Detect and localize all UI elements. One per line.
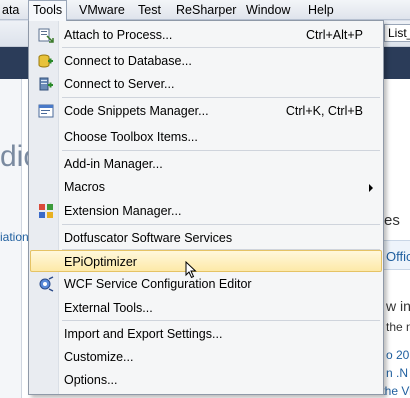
menu-data[interactable]: ata <box>2 0 19 20</box>
menu-item-external-tools[interactable]: External Tools... <box>31 297 381 319</box>
menu-item-attach-to-process[interactable]: Attach to Process... Ctrl+Alt+P <box>31 24 381 46</box>
menu-item-label: Code Snippets Manager... <box>64 104 209 118</box>
menu-item-label: Customize... <box>64 350 134 364</box>
tools-menu: Attach to Process... Ctrl+Alt+P Connect … <box>28 20 384 395</box>
menu-item-import-export-settings[interactable]: Import and Export Settings... <box>31 323 381 345</box>
menu-window[interactable]: Window <box>246 0 290 20</box>
menu-item-macros[interactable]: Macros <box>31 176 381 198</box>
menu-item-choose-toolbox-items[interactable]: Choose Toolbox Items... <box>31 126 381 148</box>
menu-separator <box>62 224 380 225</box>
menu-test[interactable]: Test <box>138 0 161 20</box>
snippets-icon <box>38 104 54 118</box>
menu-item-label: EPiOptimizer <box>64 255 137 269</box>
menu-item-wcf-service-configuration-editor[interactable]: WCF Service Configuration Editor <box>31 273 381 295</box>
menu-item-label: Dotfuscator Software Services <box>64 231 233 245</box>
menu-item-label: Options... <box>64 373 118 387</box>
server-icon <box>39 77 53 91</box>
link-fragment-office[interactable]: Offic <box>386 249 410 264</box>
menu-separator <box>62 320 380 321</box>
text-fragment-the: the n <box>386 320 410 334</box>
menu-item-code-snippets-manager[interactable]: Code Snippets Manager... Ctrl+K, Ctrl+B <box>31 100 381 122</box>
extension-manager-icon <box>39 204 53 218</box>
menu-tools[interactable]: Tools <box>28 0 68 21</box>
menu-item-label: WCF Service Configuration Editor <box>64 277 252 291</box>
menu-item-epioptimizer[interactable]: EPiOptimizer <box>30 250 382 272</box>
menu-item-extension-manager[interactable]: Extension Manager... <box>31 200 381 222</box>
menu-item-label: Add-in Manager... <box>64 157 163 171</box>
menu-item-customize[interactable]: Customize... <box>31 346 381 368</box>
menu-separator <box>62 150 380 151</box>
menu-item-dotfuscator[interactable]: Dotfuscator Software Services <box>31 227 381 249</box>
menu-item-label: Connect to Server... <box>64 77 175 91</box>
menu-item-label: Connect to Database... <box>64 54 192 68</box>
menu-bar: ata Tools VMware Test ReSharper Window H… <box>0 0 410 21</box>
menu-item-label: Import and Export Settings... <box>64 327 223 341</box>
menu-item-add-in-manager[interactable]: Add-in Manager... <box>31 153 381 175</box>
tab-fragment: es <box>384 212 400 229</box>
wcf-config-icon <box>39 276 54 292</box>
menu-item-options[interactable]: Options... <box>31 369 381 391</box>
shortcut-label: Ctrl+Alt+P <box>306 28 363 42</box>
menu-resharper[interactable]: ReSharper <box>176 0 236 20</box>
database-icon <box>38 54 53 68</box>
link-fragment-net[interactable]: n .N <box>386 366 408 380</box>
menu-item-connect-to-database[interactable]: Connect to Database... <box>31 50 381 72</box>
menu-separator <box>62 97 380 98</box>
menu-separator <box>62 47 380 48</box>
menu-item-connect-to-server[interactable]: Connect to Server... <box>31 73 381 95</box>
shortcut-label: Ctrl+K, Ctrl+B <box>285 104 363 118</box>
submenu-arrow-icon <box>369 184 373 192</box>
link-fragment-2010[interactable]: o 201 <box>386 348 410 362</box>
menu-help[interactable]: Help <box>308 0 334 20</box>
text-fragment-new: w in <box>386 298 410 314</box>
menu-item-label: Macros <box>64 180 105 194</box>
menu-item-label: Extension Manager... <box>64 204 182 218</box>
menu-item-label: Choose Toolbox Items... <box>64 130 198 144</box>
menu-item-label: External Tools... <box>64 301 153 315</box>
menu-item-label: Attach to Process... <box>64 28 173 42</box>
start-page-link[interactable]: iation <box>0 230 29 244</box>
attach-process-icon <box>38 28 54 43</box>
menu-vmware[interactable]: VMware <box>79 0 125 20</box>
mouse-cursor-icon <box>185 261 197 279</box>
document-tab[interactable]: List_ <box>384 24 410 42</box>
